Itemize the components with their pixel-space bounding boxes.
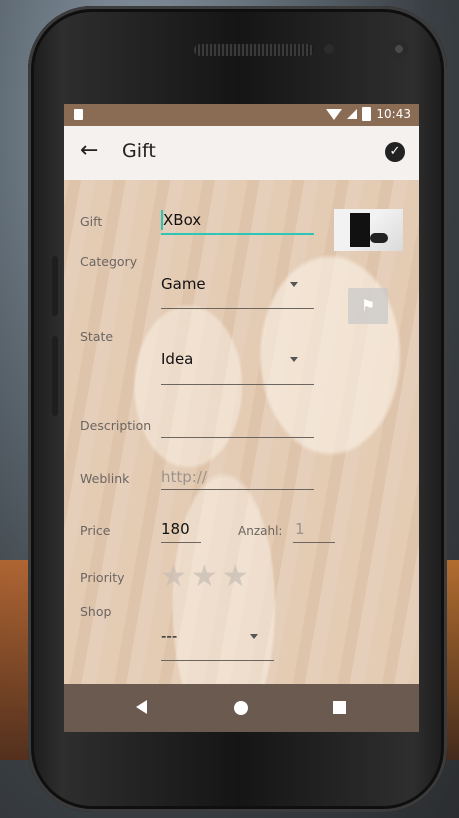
- anzahl-label: Anzahl:: [238, 524, 283, 538]
- sim-card-icon: [74, 109, 83, 120]
- power-button: [52, 336, 58, 416]
- chevron-down-icon[interactable]: [290, 357, 298, 362]
- front-camera: [390, 40, 408, 58]
- proximity-sensor: [324, 44, 334, 54]
- xbox-console-shape: [350, 213, 370, 247]
- wifi-icon: [326, 108, 343, 120]
- gift-input[interactable]: XBox: [163, 211, 201, 229]
- category-select[interactable]: Game: [161, 275, 206, 293]
- page-title: Gift: [122, 140, 156, 162]
- system-nav-bar: [64, 684, 419, 732]
- category-underline: [161, 308, 314, 309]
- status-icons: 10:43: [326, 107, 411, 121]
- star-icon[interactable]: ★: [222, 562, 249, 592]
- price-underline: [161, 542, 201, 543]
- app-bar: ← Gift ✓: [64, 126, 419, 180]
- priority-label: Priority: [80, 570, 125, 585]
- state-underline: [161, 384, 314, 385]
- shop-select[interactable]: ---: [161, 627, 177, 645]
- gift-image[interactable]: [334, 209, 403, 251]
- state-select[interactable]: Idea: [161, 350, 193, 368]
- priority-rating[interactable]: ★ ★ ★: [160, 562, 249, 592]
- star-icon[interactable]: ★: [160, 562, 187, 592]
- app-screen: 10:43 ← Gift ✓ Gift XBox Category Game ⚑…: [64, 104, 419, 732]
- chevron-down-icon[interactable]: [290, 282, 298, 287]
- shop-underline: [161, 660, 274, 661]
- star-icon[interactable]: ★: [191, 562, 218, 592]
- weblink-label: Weblink: [80, 471, 130, 486]
- check-circle-icon[interactable]: ✓: [385, 142, 405, 162]
- nav-home-icon[interactable]: [234, 701, 248, 715]
- nav-recent-icon[interactable]: [333, 701, 346, 714]
- status-time: 10:43: [376, 107, 411, 121]
- shop-label: Shop: [80, 604, 112, 619]
- price-input[interactable]: 180: [161, 520, 190, 538]
- signal-icon: [347, 109, 358, 119]
- description-underline: [161, 437, 314, 438]
- earpiece-speaker: [194, 44, 314, 56]
- xbox-controller-shape: [370, 233, 388, 243]
- description-label: Description: [80, 418, 152, 433]
- arrow-left-icon[interactable]: ←: [80, 138, 98, 163]
- status-bar: 10:43: [64, 104, 419, 126]
- assign-person-button[interactable]: ⚑: [348, 288, 388, 324]
- volume-button: [52, 256, 58, 316]
- category-label: Category: [80, 254, 138, 269]
- gift-input-underline: [161, 233, 314, 235]
- gift-label: Gift: [80, 214, 103, 229]
- battery-icon: [362, 107, 372, 121]
- state-label: State: [80, 329, 114, 344]
- nav-back-icon[interactable]: [136, 700, 147, 714]
- price-label: Price: [80, 523, 111, 538]
- weblink-input[interactable]: http://: [161, 468, 207, 486]
- weblink-underline: [161, 489, 314, 490]
- chevron-down-icon[interactable]: [250, 634, 258, 639]
- person-flag-icon: ⚑: [360, 296, 376, 315]
- anzahl-underline: [293, 542, 335, 543]
- anzahl-input[interactable]: 1: [295, 520, 305, 538]
